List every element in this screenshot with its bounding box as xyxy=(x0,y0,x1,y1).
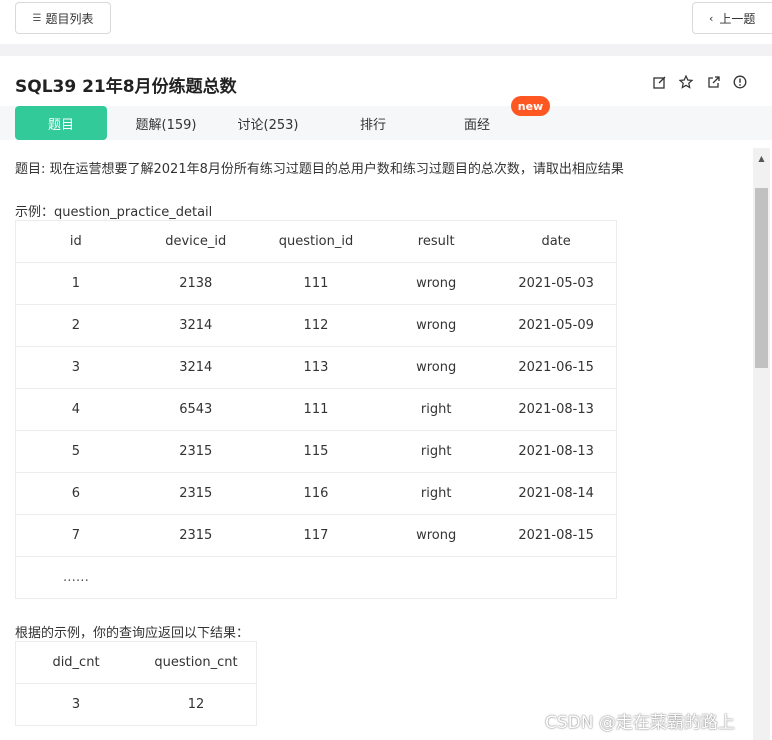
column-header: result xyxy=(376,220,497,263)
table-cell: 113 xyxy=(255,346,377,389)
column-header: id xyxy=(15,220,136,263)
table-cell: 6 xyxy=(15,472,136,515)
table-cell: 3214 xyxy=(135,346,256,389)
scrollbar-thumb[interactable] xyxy=(755,188,768,368)
prev-problem-label: 上一题 xyxy=(719,11,756,26)
table-cell: right xyxy=(376,472,497,515)
table-row: 6 2315 116 right 2021-08-14 xyxy=(15,472,617,515)
table-cell: 2315 xyxy=(135,514,256,557)
problem-list-label: 题目列表 xyxy=(45,11,94,26)
table-row: 3 12 xyxy=(15,683,257,726)
column-header: date xyxy=(496,220,617,263)
table-cell: 2138 xyxy=(135,262,256,305)
sample-table: id device_id question_id result date 1 2… xyxy=(15,220,617,599)
table-row: 1 2138 111 wrong 2021-05-03 xyxy=(15,262,617,305)
column-header: did_cnt xyxy=(15,641,136,684)
table-cell: 111 xyxy=(255,262,377,305)
chevron-left-icon: ‹ xyxy=(709,11,714,25)
section-gap xyxy=(0,44,772,56)
table-cell: 2315 xyxy=(135,430,256,473)
result-table: did_cnt question_cnt 3 12 xyxy=(15,641,257,726)
table-row: 2 3214 112 wrong 2021-05-09 xyxy=(15,304,617,347)
edit-icon[interactable] xyxy=(652,75,666,89)
table-cell: 6543 xyxy=(135,388,256,431)
table-row: 3 3214 113 wrong 2021-06-15 xyxy=(15,346,617,389)
table-cell: 7 xyxy=(15,514,136,557)
table-cell: 117 xyxy=(255,514,377,557)
column-header: device_id xyxy=(135,220,256,263)
table-cell: 111 xyxy=(255,388,377,431)
table-cell: 12 xyxy=(136,683,257,726)
problem-content: 题目: 现在运营想要了解2021年8月份所有练习过题目的总用户数和练习过题目的总… xyxy=(0,148,752,740)
table-cell: wrong xyxy=(376,262,497,305)
table-cell xyxy=(376,556,497,599)
table-cell: right xyxy=(376,430,497,473)
problem-title: SQL39 21年8月份练题总数 xyxy=(15,77,237,97)
tab-ranking[interactable]: 排行 xyxy=(327,106,419,140)
table-cell: 2315 xyxy=(135,472,256,515)
watermark: CSDN @走在菜霸的路上 xyxy=(545,713,735,733)
table-cell: 2 xyxy=(15,304,136,347)
table-cell xyxy=(135,556,256,599)
column-header: question_id xyxy=(255,220,377,263)
problem-description: 题目: 现在运营想要了解2021年8月份所有练习过题目的总用户数和练习过题目的总… xyxy=(15,162,624,177)
table-cell: 2021-05-09 xyxy=(496,304,617,347)
table-row: 4 6543 111 right 2021-08-13 xyxy=(15,388,617,431)
table-row: …… xyxy=(15,556,617,599)
column-header: question_cnt xyxy=(136,641,257,684)
top-bar: ☰ 题目列表 ‹ 上一题 xyxy=(0,0,772,44)
table-cell: 115 xyxy=(255,430,377,473)
table-header-row: did_cnt question_cnt xyxy=(15,641,257,684)
star-icon[interactable] xyxy=(679,75,693,89)
title-actions xyxy=(652,75,747,89)
table-cell: 1 xyxy=(15,262,136,305)
problem-list-button[interactable]: ☰ 题目列表 xyxy=(15,2,111,34)
new-badge: new xyxy=(511,96,550,116)
info-icon[interactable] xyxy=(733,75,747,89)
tab-solutions[interactable]: 题解(159) xyxy=(120,106,212,140)
table-cell: 5 xyxy=(15,430,136,473)
tab-problem[interactable]: 题目 xyxy=(15,106,107,140)
table-row: 7 2315 117 wrong 2021-08-15 xyxy=(15,514,617,557)
result-label: 根据的示例，你的查询应返回以下结果： xyxy=(15,626,250,641)
example-label: 示例：question_practice_detail xyxy=(15,205,213,220)
table-cell: 112 xyxy=(255,304,377,347)
external-link-icon[interactable] xyxy=(706,75,720,89)
table-cell: 2021-06-15 xyxy=(496,346,617,389)
table-row: 5 2315 115 right 2021-08-13 xyxy=(15,430,617,473)
table-cell: wrong xyxy=(376,346,497,389)
scroll-up-arrow-icon[interactable]: ▲ xyxy=(753,150,770,167)
table-cell xyxy=(496,556,617,599)
tab-discussion[interactable]: 讨论(253) xyxy=(222,106,314,140)
table-cell: 116 xyxy=(255,472,377,515)
table-cell: 3 xyxy=(15,683,136,726)
table-ellipsis: …… xyxy=(15,556,136,599)
list-icon: ☰ xyxy=(32,12,42,24)
table-cell: wrong xyxy=(376,304,497,347)
table-cell: wrong xyxy=(376,514,497,557)
table-cell: 3214 xyxy=(135,304,256,347)
table-header-row: id device_id question_id result date xyxy=(15,220,617,263)
table-cell: 2021-08-13 xyxy=(496,388,617,431)
table-cell: 2021-05-03 xyxy=(496,262,617,305)
table-cell: 2021-08-14 xyxy=(496,472,617,515)
table-cell: 2021-08-15 xyxy=(496,514,617,557)
table-cell: 3 xyxy=(15,346,136,389)
table-cell: right xyxy=(376,388,497,431)
table-cell: 4 xyxy=(15,388,136,431)
table-cell xyxy=(255,556,377,599)
table-cell: 2021-08-13 xyxy=(496,430,617,473)
prev-problem-button[interactable]: ‹ 上一题 xyxy=(692,2,772,34)
tab-interview[interactable]: 面经 xyxy=(431,106,523,140)
